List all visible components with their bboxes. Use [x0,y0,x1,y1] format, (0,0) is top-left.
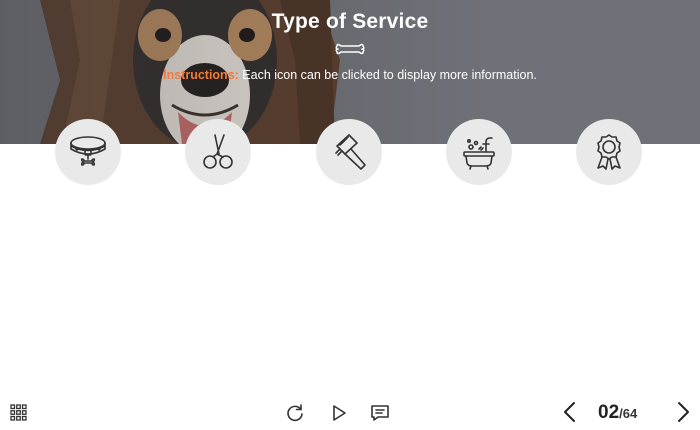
scissors-icon [203,134,233,169]
page-title: Type of Service [271,10,429,33]
instructions-label: Instructions: [163,68,239,82]
next-page-icon[interactable] [674,401,692,423]
current-page: 02 [598,402,620,423]
total-pages: /64 [619,406,638,421]
service-comb-button[interactable] [316,119,382,185]
comb-icon [335,134,366,170]
award-ribbon-icon [597,134,621,170]
captions-icon[interactable] [370,403,390,423]
instructions-body: Each icon can be clicked to display more… [238,68,537,82]
service-bath-button[interactable] [446,119,512,185]
instructions-text: Instructions: Each icon can be clicked t… [0,68,700,82]
menu-grid-icon[interactable] [10,404,27,421]
previous-page-icon[interactable] [561,401,579,423]
replay-icon[interactable] [285,403,305,423]
bathtub-icon [463,137,495,170]
service-icon-row [0,119,700,185]
service-award-button[interactable] [576,119,642,185]
play-icon[interactable] [329,403,349,423]
dog-collar-icon [70,136,106,166]
service-collar-button[interactable] [55,119,121,185]
player-control-bar: 02/64 [0,395,700,430]
bone-icon [335,43,365,55]
page-counter: 02/64 [598,402,658,424]
service-scissors-button[interactable] [185,119,251,185]
